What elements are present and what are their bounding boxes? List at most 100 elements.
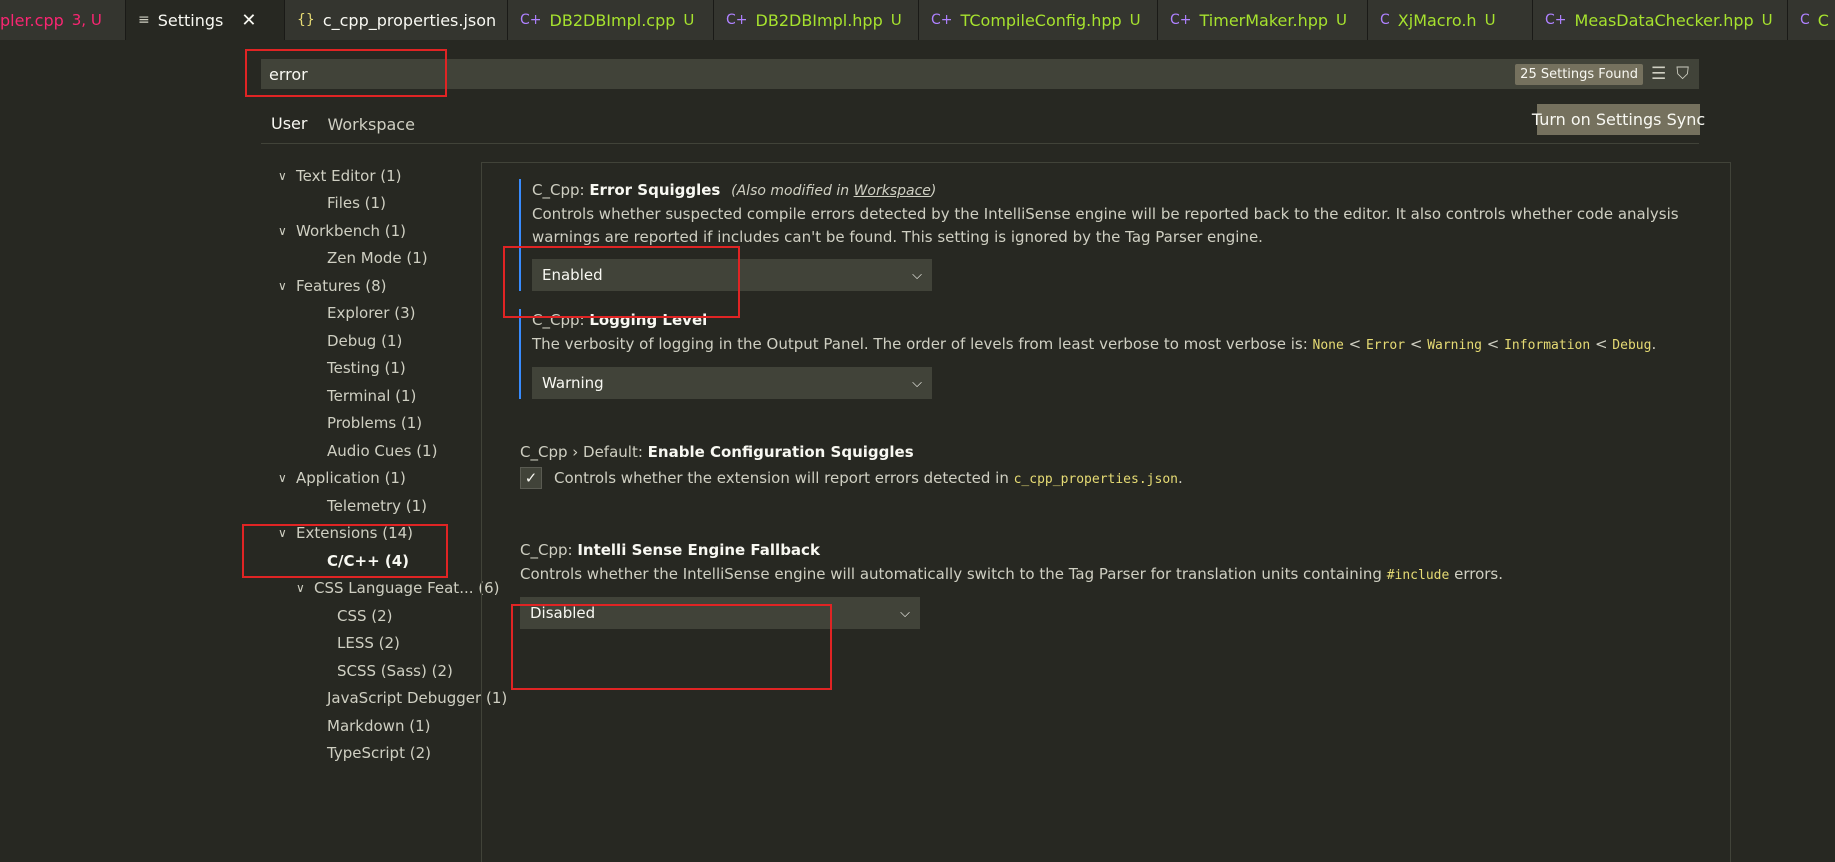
toc-label: Application (1) [296,469,406,487]
toc-item-debug-1[interactable]: Debug (1) [327,330,402,352]
workspace-link[interactable]: Workspace [854,183,931,199]
toc-item-explorer-3[interactable]: Explorer (3) [327,302,415,324]
tab-label: TimerMaker.hpp [1199,10,1329,30]
settings-file-icon: ≡ [138,12,150,28]
setting-description: Controls whether the IntelliSense engine… [520,565,1503,583]
toc-item-features-8[interactable]: ∨ Features (8) [278,275,387,297]
turn-on-settings-sync-button[interactable]: Turn on Settings Sync [1532,104,1705,135]
toc-label: Files (1) [327,194,386,212]
logging-level-select[interactable]: Warning ⌵ [532,367,932,399]
chevron-down-icon: ∨ [296,581,305,595]
toc-label: Terminal (1) [327,387,417,405]
setting-logging-level: C_Cpp: Logging Level The verbosity of lo… [519,309,1719,399]
setting-title: C_Cpp › Default: Enable Configuration Sq… [520,443,914,461]
engine-fallback-select[interactable]: Disabled ⌵ [520,597,920,629]
log-level-warning: Warning [1427,338,1482,353]
tab-label: DB2DBImpl.cpp [549,10,676,30]
tab-workspace[interactable]: Workspace [317,115,424,144]
filter-icon[interactable]: ⛉ [1676,64,1689,84]
settings-search-bar: 25 Settings Found ☰ ⛉ [261,59,1699,89]
tab-label: DB2DBImpl.hpp [755,10,883,30]
tab-label: pler.cpp [0,10,64,30]
tab-xjmacro-h[interactable]: C XjMacro.h U [1368,0,1533,40]
toc-item-text-editor-1[interactable]: ∨ Text Editor (1) [278,165,402,187]
toc-item-files-1[interactable]: Files (1) [327,192,386,214]
toc-item-problems-1[interactable]: Problems (1) [327,412,422,434]
checkbox-row: ✓ Controls whether the extension will re… [520,467,1720,489]
setting-title: C_Cpp: Logging Level [532,311,708,329]
toc-label: Testing (1) [327,359,406,377]
toc-label: CSS (2) [337,607,393,625]
log-level-none: None [1312,338,1344,353]
tab-label: TCompileConfig.hpp [960,10,1122,30]
toc-label: CSS Language Feat... (6) [314,579,500,597]
tab-c-cpp-properties-json[interactable]: {} c_cpp_properties.json [285,0,508,40]
toc-item-telemetry-1[interactable]: Telemetry (1) [327,495,427,517]
tab-label: Settings [157,10,224,30]
chevron-down-icon: ⌵ [900,605,910,621]
setting-engine-fallback: C_Cpp: Intelli Sense Engine Fallback Con… [520,539,1720,629]
toc-item-css-2[interactable]: CSS (2) [337,605,393,627]
tab-status-badge: U [1336,11,1348,29]
scope-divider [261,143,1699,144]
tab-settings[interactable]: ≡ Settings ✕ [126,0,285,40]
toc-label: SCSS (Sass) (2) [337,662,453,680]
error-squiggles-select[interactable]: Enabled ⌵ [532,259,932,291]
chevron-down-icon: ∨ [278,526,287,540]
toc-item-markdown-1[interactable]: Markdown (1) [327,715,430,737]
toc-label: Audio Cues (1) [327,442,438,460]
toc-item-c-c-4[interactable]: C/C++ (4) [327,550,409,572]
toc-item-workbench-1[interactable]: ∨ Workbench (1) [278,220,406,242]
settings-found-badge: 25 Settings Found [1515,63,1643,85]
settings-scope-tabs: User Workspace [261,108,425,144]
toc-item-less-2[interactable]: LESS (2) [337,632,400,654]
cpp-file-icon: C [1800,12,1810,28]
toc-item-zen-mode-1[interactable]: Zen Mode (1) [327,247,428,269]
tab-db2dbimpl-hpp[interactable]: C+ DB2DBImpl.hpp U [714,0,919,40]
toc-label: Problems (1) [327,414,423,432]
toc-label: Debug (1) [327,332,403,350]
clear-filter-icon[interactable]: ☰ [1651,64,1666,84]
chevron-down-icon: ⌵ [912,267,922,283]
tab-status-badge: U [1484,11,1496,29]
tab-status-badge: U [683,11,695,29]
tab-tcompileconfig-hpp[interactable]: C+ TCompileConfig.hpp U [919,0,1158,40]
setting-config-squiggles: C_Cpp › Default: Enable Configuration Sq… [520,441,1720,489]
toc-item-audio-cues-1[interactable]: Audio Cues (1) [327,440,437,462]
toc-item-testing-1[interactable]: Testing (1) [327,357,406,379]
chevron-down-icon: ∨ [278,224,287,238]
chevron-down-icon: ∨ [278,279,287,293]
toc-item-extensions-14[interactable]: ∨ Extensions (14) [278,522,413,544]
tab-label: c_cpp_properties.json [322,10,497,30]
tab-status-badge: U [1129,11,1141,29]
toc-item-typescript-2[interactable]: TypeScript (2) [327,742,431,764]
toc-label: C/C++ (4) [327,552,410,570]
setting-description: The verbosity of logging in the Output P… [532,335,1657,353]
tab-c[interactable]: CC [1788,0,1835,40]
settings-search-input[interactable] [261,59,1516,89]
toc-item-css-language-feat-6[interactable]: ∨ CSS Language Feat... (6) [296,577,500,599]
chevron-down-icon: ∨ [278,169,287,183]
tab-user[interactable]: User [261,114,318,144]
tab-timermaker-hpp[interactable]: C+ TimerMaker.hpp U [1158,0,1368,40]
tab-pler-cpp[interactable]: pler.cpp 3, U [0,0,126,40]
tab-measdatachecker-hpp[interactable]: C+ MeasDataChecker.hpp U [1533,0,1788,40]
chevron-down-icon: ∨ [278,471,287,485]
tab-status-badge: 3, U [71,11,102,29]
setting-error-squiggles: C_Cpp: Error Squiggles (Also modified in… [519,179,1719,291]
toc-label: Markdown (1) [327,717,431,735]
tab-db2dbimpl-cpp[interactable]: C+ DB2DBImpl.cpp U [508,0,714,40]
cpp-file-icon: C+ [931,12,953,28]
setting-title: C_Cpp: Intelli Sense Engine Fallback [520,541,820,559]
toc-item-scss-sass-2[interactable]: SCSS (Sass) (2) [337,660,453,682]
chevron-down-icon: ⌵ [912,375,922,391]
config-squiggles-checkbox[interactable]: ✓ [520,467,542,489]
toc-item-application-1[interactable]: ∨ Application (1) [278,467,406,489]
select-value: Warning [542,374,604,392]
close-icon[interactable]: ✕ [241,10,256,31]
tab-label: C [1817,10,1829,30]
cpp-file-icon: C [1380,12,1390,28]
toc-item-terminal-1[interactable]: Terminal (1) [327,385,416,407]
setting-description: Controls whether suspected compile error… [532,205,1679,246]
cpp-file-icon: C+ [726,12,748,28]
